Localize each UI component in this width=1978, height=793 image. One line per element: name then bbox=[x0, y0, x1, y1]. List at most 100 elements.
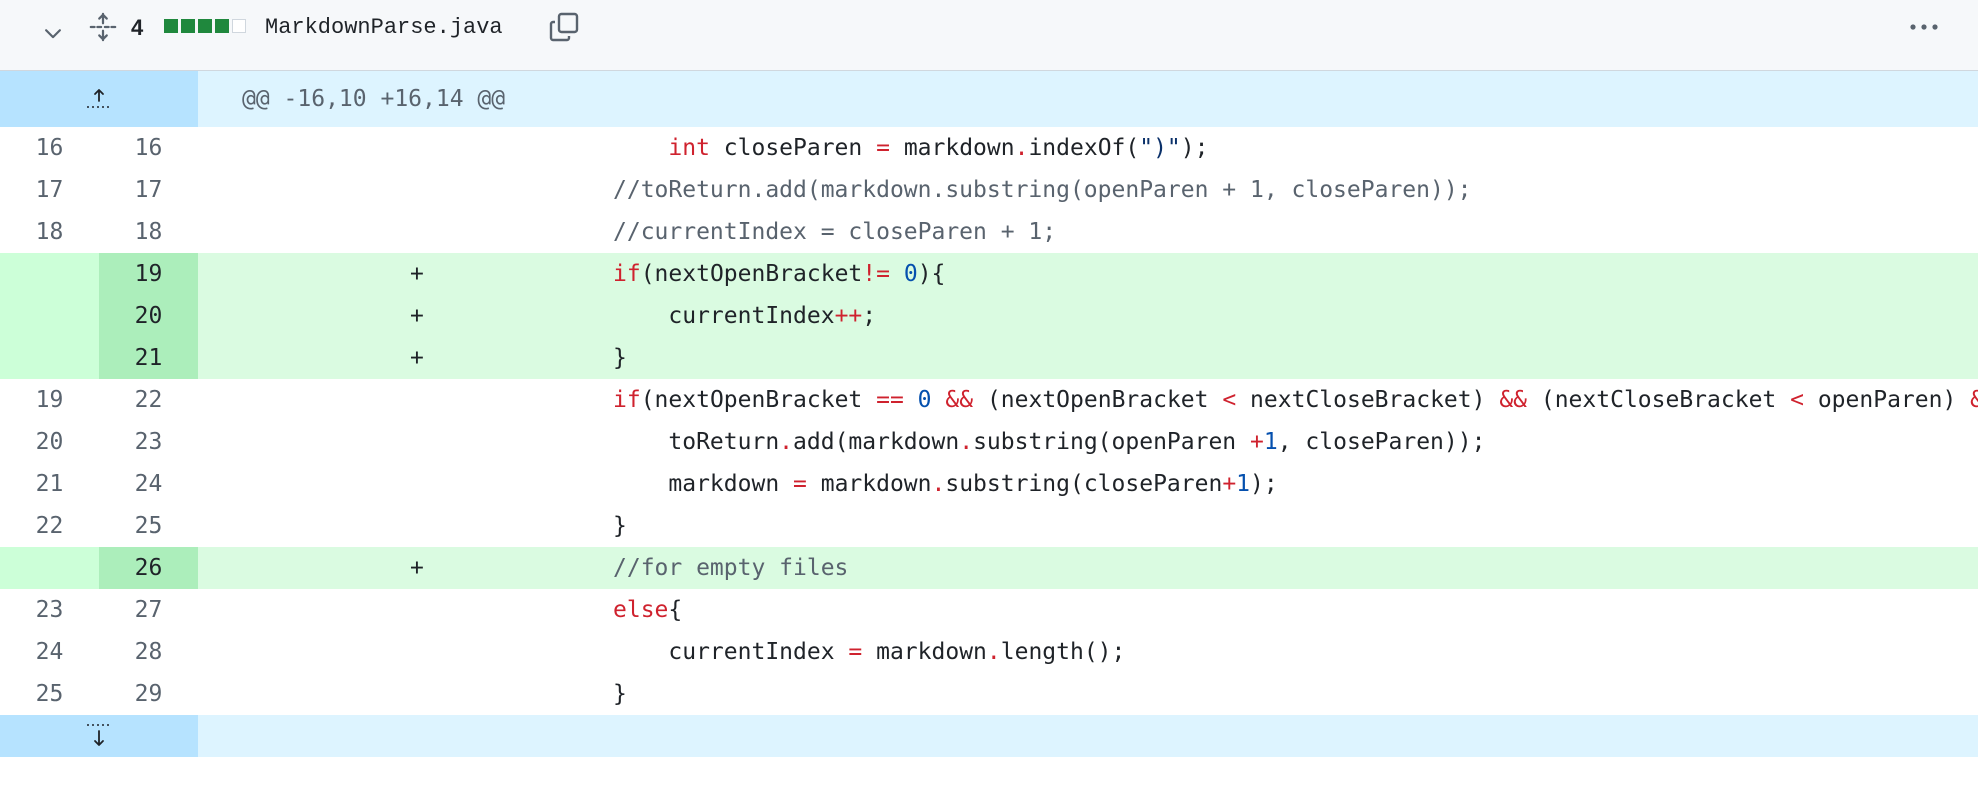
old-line-number[interactable] bbox=[0, 253, 99, 295]
code-text: //currentIndex = closeParen + 1; bbox=[613, 211, 1056, 253]
old-line-number[interactable]: 18 bbox=[0, 211, 99, 253]
old-line-number[interactable]: 17 bbox=[0, 169, 99, 211]
new-line-number[interactable]: 22 bbox=[99, 379, 198, 421]
code-token: closeParen bbox=[709, 135, 877, 161]
code-cell: markdown = markdown.substring(closeParen… bbox=[198, 463, 1978, 505]
addition-line: 21 +} bbox=[0, 337, 1978, 379]
code-text: //for empty files bbox=[613, 547, 848, 589]
code-token: (nextCloseBracket bbox=[1527, 387, 1791, 413]
code-token: ); bbox=[1180, 135, 1209, 161]
code-cell: toReturn.add(markdown.substring(openPare… bbox=[198, 421, 1978, 463]
code-token: . bbox=[931, 471, 946, 497]
diff-marker: + bbox=[410, 555, 424, 581]
old-line-number[interactable] bbox=[0, 295, 99, 337]
code-token: markdown bbox=[613, 471, 794, 497]
context-line: 19 22 if(nextOpenBracket == 0 && (nextOpen… bbox=[0, 379, 1978, 421]
code-token: 0 bbox=[903, 261, 918, 287]
diff-marker: + bbox=[410, 261, 424, 287]
code-token: } bbox=[613, 345, 627, 371]
new-line-number[interactable]: 27 bbox=[99, 589, 198, 631]
hunk-footer-row bbox=[0, 715, 1978, 757]
new-line-number[interactable]: 16 bbox=[99, 127, 198, 169]
code-text: markdown = markdown.substring(closeParen… bbox=[613, 463, 1278, 505]
new-line-number[interactable]: 29 bbox=[99, 673, 198, 715]
code-token: . bbox=[959, 429, 974, 455]
hunk-header: @@ -16,10 +16,14 @@ bbox=[242, 86, 506, 112]
code-token: ++ bbox=[834, 303, 863, 329]
code-token: openParen) bbox=[1803, 387, 1971, 413]
addition-line: 26 + //for empty files bbox=[0, 547, 1978, 589]
code-token: 1 bbox=[1236, 471, 1251, 497]
new-line-number[interactable]: 24 bbox=[99, 463, 198, 505]
new-line-number[interactable]: 26 bbox=[99, 547, 198, 589]
old-line-number[interactable]: 21 bbox=[0, 463, 99, 505]
code-cell: +} bbox=[198, 337, 1978, 379]
code-token: ); bbox=[1250, 471, 1278, 497]
code-text: } bbox=[613, 673, 627, 715]
code-token: = bbox=[793, 471, 807, 497]
code-token: . bbox=[986, 639, 1001, 665]
code-cell: + if(nextOpenBracket!= 0){ bbox=[198, 253, 1978, 295]
old-line-number[interactable]: 25 bbox=[0, 673, 99, 715]
code-token: else bbox=[613, 597, 669, 623]
code-text: } bbox=[613, 505, 627, 547]
code-text: else{ bbox=[613, 589, 682, 631]
expand-down-icon[interactable] bbox=[84, 721, 114, 751]
code-token: markdown bbox=[889, 135, 1015, 161]
old-line-number[interactable] bbox=[0, 547, 99, 589]
code-text: toReturn.add(markdown.substring(openPare… bbox=[613, 421, 1485, 463]
old-line-number[interactable]: 22 bbox=[0, 505, 99, 547]
code-token: if bbox=[613, 261, 641, 287]
old-line-number[interactable]: 16 bbox=[0, 127, 99, 169]
code-token: //toReturn.add(markdown.substring(openPa… bbox=[613, 177, 1472, 203]
expand-up-cell[interactable] bbox=[0, 71, 198, 127]
new-line-number[interactable]: 25 bbox=[99, 505, 198, 547]
kebab-horizontal-icon[interactable] bbox=[1906, 10, 1942, 44]
old-line-number[interactable]: 20 bbox=[0, 421, 99, 463]
context-line: 21 24 markdown = markdown.substring(close… bbox=[0, 463, 1978, 505]
code-token: = bbox=[876, 135, 890, 161]
code-token: + bbox=[1222, 471, 1237, 497]
new-line-number[interactable]: 17 bbox=[99, 169, 198, 211]
new-line-number[interactable]: 21 bbox=[99, 337, 198, 379]
code-token: == bbox=[876, 387, 904, 413]
old-line-number[interactable]: 19 bbox=[0, 379, 99, 421]
addition-line: 19 + if(nextOpenBracket!= 0){ bbox=[0, 253, 1978, 295]
new-line-number[interactable]: 18 bbox=[99, 211, 198, 253]
code-token: (nextOpenBracket bbox=[640, 387, 877, 413]
new-line-number[interactable]: 19 bbox=[99, 253, 198, 295]
code-token: toReturn bbox=[613, 429, 780, 455]
context-line: 25 29} bbox=[0, 673, 1978, 715]
new-line-number[interactable]: 20 bbox=[99, 295, 198, 337]
old-line-number[interactable]: 23 bbox=[0, 589, 99, 631]
fold-icon[interactable] bbox=[86, 10, 120, 44]
code-token: } bbox=[613, 681, 627, 707]
new-line-number[interactable]: 28 bbox=[99, 631, 198, 673]
expand-up-icon[interactable] bbox=[84, 84, 114, 114]
code-cell: } bbox=[198, 505, 1978, 547]
code-token: length(); bbox=[1000, 639, 1126, 665]
context-line: 18 18 //currentIndex = closeParen + 1; bbox=[0, 211, 1978, 253]
code-token: && bbox=[1970, 387, 1978, 413]
chevron-down-icon[interactable] bbox=[38, 18, 68, 48]
copy-icon[interactable] bbox=[545, 8, 583, 46]
code-token: 0 bbox=[917, 387, 932, 413]
old-line-number[interactable]: 24 bbox=[0, 631, 99, 673]
code-token: + bbox=[1250, 429, 1264, 455]
code-token: 1 bbox=[1263, 429, 1278, 455]
code-token: currentIndex bbox=[613, 639, 849, 665]
diffstat bbox=[164, 19, 246, 33]
code-cell: currentIndex = markdown.length(); bbox=[198, 631, 1978, 673]
old-line-number[interactable] bbox=[0, 337, 99, 379]
diff-table: @@ -16,10 +16,14 @@ 16 16 int closeParen … bbox=[0, 71, 1978, 757]
code-text: if(nextOpenBracket == 0 && (nextOpenBrac… bbox=[613, 379, 1978, 421]
expand-down-cell[interactable] bbox=[0, 715, 198, 757]
code-token: != bbox=[862, 261, 890, 287]
context-line: 17 17 //toReturn.add(markdown.substring(op… bbox=[0, 169, 1978, 211]
file-name[interactable]: MarkdownParse.java bbox=[265, 14, 503, 42]
code-text: //toReturn.add(markdown.substring(openPa… bbox=[613, 169, 1472, 211]
code-text: } bbox=[613, 337, 627, 379]
new-line-number[interactable]: 23 bbox=[99, 421, 198, 463]
